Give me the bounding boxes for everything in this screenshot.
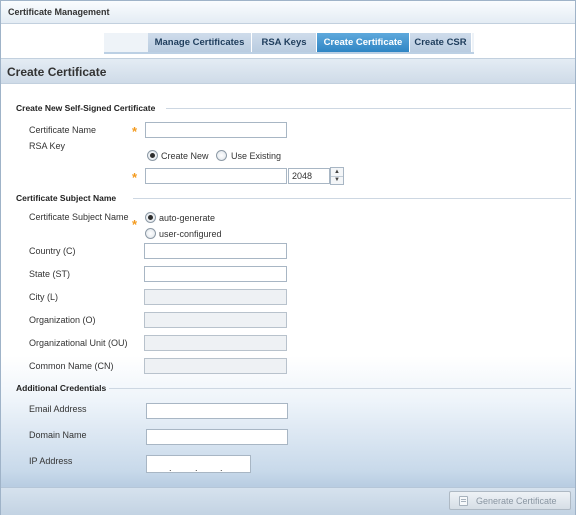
email-address-label: Email Address: [29, 404, 87, 414]
country-input[interactable]: [144, 243, 287, 259]
stepper-down-icon[interactable]: ▼: [331, 176, 343, 184]
subject-mode-label: Certificate Subject Name: [29, 212, 129, 222]
organization-input[interactable]: [144, 312, 287, 328]
section-title: Create Certificate: [7, 65, 107, 79]
key-size-stepper[interactable]: ▲ ▼: [330, 167, 344, 185]
city-input[interactable]: [144, 289, 287, 305]
domain-name-input[interactable]: [146, 429, 288, 445]
subject-group-title: Certificate Subject Name: [16, 193, 117, 203]
certificate-name-label: Certificate Name: [29, 125, 97, 135]
group-divider: [133, 198, 571, 199]
common-name-label: Common Name (CN): [29, 361, 114, 371]
rsa-use-existing-radio[interactable]: [216, 150, 227, 161]
required-star-icon: *: [132, 217, 138, 232]
group-divider: [109, 388, 571, 389]
user-configured-label: user-configured: [159, 229, 222, 239]
rsa-key-label: RSA Key: [29, 141, 66, 151]
ip-separator: .: [220, 463, 223, 473]
section-header: Create Certificate: [1, 58, 575, 84]
ip-address-input[interactable]: [146, 455, 251, 473]
rsa-key-size-input[interactable]: [288, 168, 330, 184]
certificate-icon: [459, 496, 468, 506]
ip-separator: .: [195, 463, 198, 473]
state-input[interactable]: [144, 266, 287, 282]
domain-name-label: Domain Name: [29, 430, 87, 440]
tab-create-certificate[interactable]: Create Certificate: [317, 33, 410, 52]
additional-group-title: Additional Credentials: [16, 383, 107, 393]
required-star-icon: *: [132, 124, 138, 139]
email-address-input[interactable]: [146, 403, 288, 419]
rsa-create-new-radio[interactable]: [147, 150, 158, 161]
user-configured-radio[interactable]: [145, 228, 156, 239]
organizational-unit-input[interactable]: [144, 335, 287, 351]
self-signed-group-title: Create New Self-Signed Certificate: [16, 103, 156, 113]
window-titlebar: Certificate Management: [1, 1, 575, 24]
tab-create-csr[interactable]: Create CSR: [410, 33, 472, 52]
auto-generate-radio[interactable]: [145, 212, 156, 223]
organization-label: Organization (O): [29, 315, 96, 325]
rsa-key-name-input[interactable]: [145, 168, 287, 184]
auto-generate-label: auto-generate: [159, 213, 216, 223]
required-star-icon: *: [132, 170, 138, 185]
tab-bar: Manage Certificates RSA Keys Create Cert…: [104, 33, 474, 54]
generate-certificate-button[interactable]: Generate Certificate: [449, 491, 571, 510]
certificate-management-window: Certificate Management Manage Certificat…: [0, 0, 576, 515]
country-label: Country (C): [29, 246, 76, 256]
rsa-use-existing-label: Use Existing: [231, 151, 282, 161]
rsa-create-new-label: Create New: [161, 151, 209, 161]
city-label: City (L): [29, 292, 58, 302]
common-name-input[interactable]: [144, 358, 287, 374]
group-divider: [166, 108, 571, 109]
tab-manage-certificates[interactable]: Manage Certificates: [148, 33, 252, 52]
tab-rsa-keys[interactable]: RSA Keys: [252, 33, 317, 52]
window-title: Certificate Management: [8, 7, 110, 17]
organizational-unit-label: Organizational Unit (OU): [29, 338, 128, 348]
generate-certificate-label: Generate Certificate: [476, 496, 557, 506]
state-label: State (ST): [29, 269, 71, 279]
ip-address-label: IP Address: [29, 456, 73, 466]
certificate-name-input[interactable]: [145, 122, 287, 138]
ip-separator: .: [169, 463, 172, 473]
